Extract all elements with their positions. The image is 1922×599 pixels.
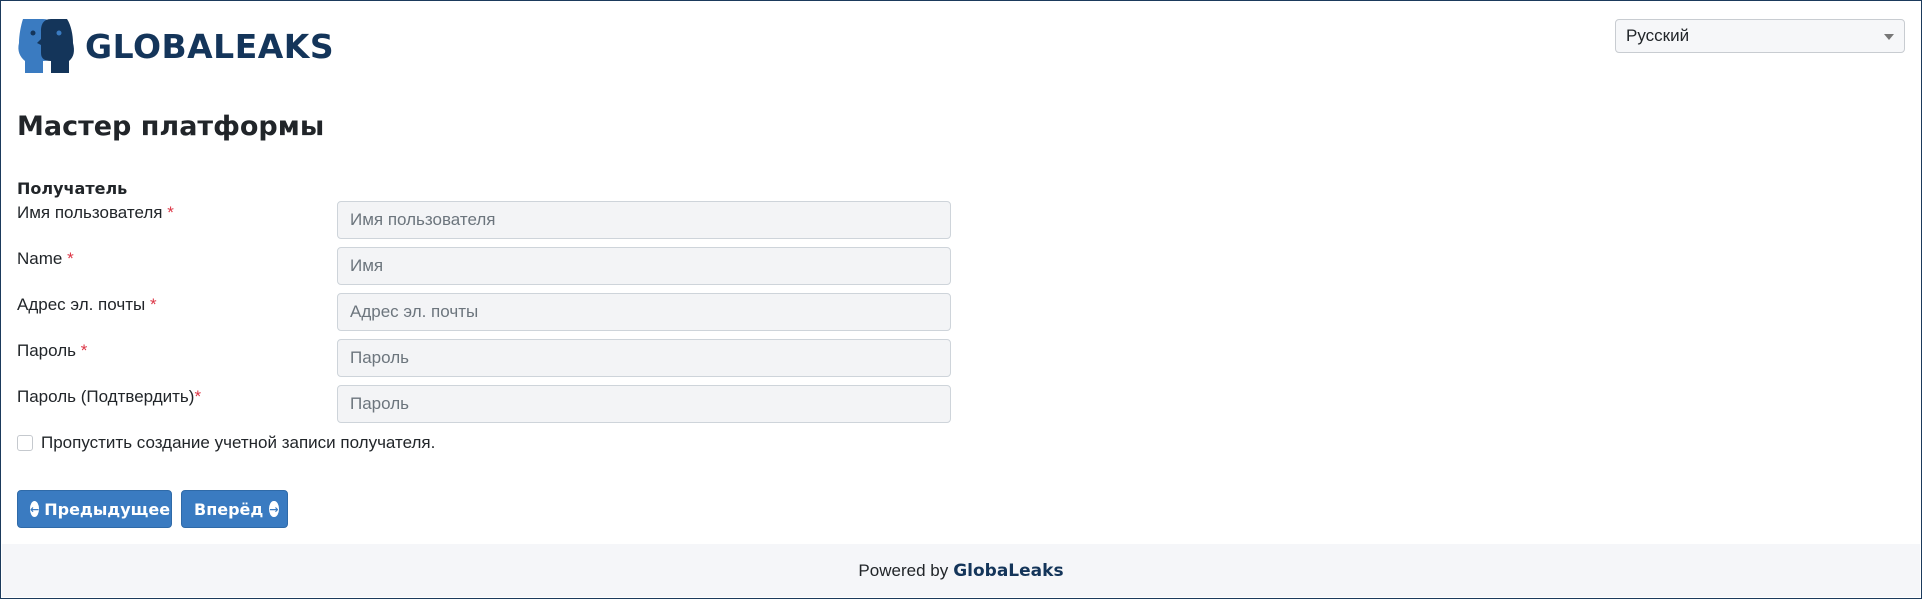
email-label-text: Адрес эл. почты [17,295,146,314]
password-input[interactable] [337,339,951,377]
password-confirm-label-text: Пароль (Подтвердить) [17,387,195,406]
section-label: Получатель [17,179,128,198]
password-label: Пароль * [17,341,87,361]
language-select-value: Русский [1626,26,1690,45]
field-row-email: Адрес эл. почты * [17,293,952,331]
footer: Powered by GlobaLeaks [2,544,1920,597]
skip-recipient-row: Пропустить создание учетной записи получ… [17,433,435,453]
previous-button-label: Предыдущее [44,499,171,519]
username-label-text: Имя пользователя [17,203,163,222]
language-caret-icon [1884,34,1894,40]
header: GLOBALEAKS [17,17,334,75]
next-button[interactable]: Вперёд → [181,490,288,528]
arrow-left-circle-icon: ← [30,501,40,517]
language-select[interactable]: Русский [1615,19,1905,53]
required-mark: * [80,341,88,360]
field-row-username: Имя пользователя * [17,201,952,239]
required-mark: * [167,203,174,222]
password-label-text: Пароль [17,341,76,360]
arrow-right-circle-icon: → [269,501,279,517]
page-title: Мастер платформы [17,111,325,142]
globaleaks-logo-icon[interactable] [17,17,75,75]
email-input[interactable] [337,293,951,331]
footer-prefix: Powered by [858,560,949,580]
name-input[interactable] [337,247,951,285]
name-label-text: Name [17,249,63,268]
password-confirm-input[interactable] [337,385,951,423]
required-mark: * [194,387,202,406]
required-mark: * [67,249,74,268]
logo-text: GLOBALEAKS [85,26,335,66]
password-confirm-label: Пароль (Подтвердить)* [17,387,201,407]
required-mark: * [149,295,157,314]
skip-recipient-checkbox[interactable] [17,435,33,451]
field-row-password-confirm: Пароль (Подтвердить)* [17,385,952,423]
email-label: Адрес эл. почты * [17,295,157,315]
field-row-password: Пароль * [17,339,952,377]
field-row-name: Name * [17,247,952,285]
username-label: Имя пользователя * [17,203,174,223]
username-input[interactable] [337,201,951,239]
skip-recipient-label[interactable]: Пропустить создание учетной записи получ… [41,433,435,453]
page-frame: GLOBALEAKS Русский Мастер платформы Полу… [0,0,1922,599]
name-label: Name * [17,249,74,269]
footer-brand-link[interactable]: GlobaLeaks [953,561,1063,581]
previous-button[interactable]: ← Предыдущее [17,490,172,528]
next-button-label: Вперёд [194,499,264,519]
